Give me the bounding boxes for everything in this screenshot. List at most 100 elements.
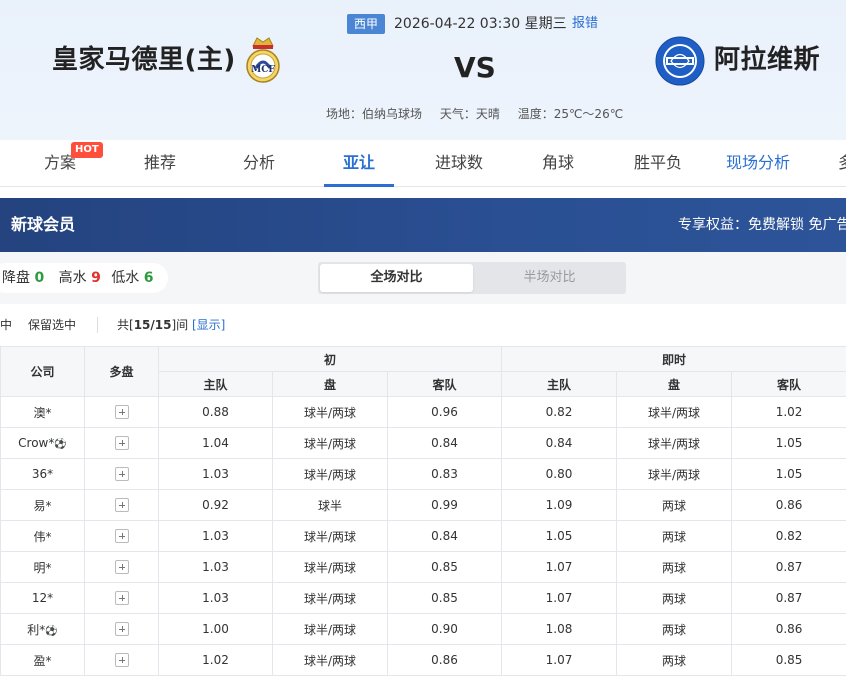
initial-home-odds: 1.03 [158,551,273,583]
col-live-handicap: 盘 [616,371,733,397]
initial-handicap: 球半/两球 [272,582,388,614]
live-handicap: 球半/两球 [616,427,733,459]
company-cell[interactable]: 12* [0,582,85,614]
away-team-name[interactable]: 阿拉维斯 [714,40,820,80]
down-label: 降盘 [2,270,30,286]
table-row[interactable]: 12* 1.03 球半/两球 0.85 1.07 两球 0.87 [0,582,846,614]
initial-away-odds: 0.85 [386,551,503,583]
multi-cell [84,613,159,645]
vs-label: VS [454,51,496,84]
high-water-value: 9 [91,270,101,286]
live-handicap: 两球 [616,644,733,676]
weather-text: 天气：天晴 [439,107,500,121]
company-cell[interactable]: 伟* [0,520,85,552]
table-row[interactable]: 澳* 0.88 球半/两球 0.96 0.82 球半/两球 1.02 [0,396,846,428]
initial-away-odds: 0.83 [386,458,503,490]
company-cell[interactable]: 澳* [0,396,85,428]
company-name: 利* [27,622,46,637]
col-live-away: 客队 [731,371,846,397]
expand-plus-icon[interactable] [114,653,129,668]
multi-cell [84,644,159,676]
member-banner[interactable]: 新球会员 专享权益：免费解锁 免广告 [0,198,846,252]
count-prefix: 共[ [117,318,134,332]
multi-cell [84,396,159,428]
soccer-ball-icon: ⚽ [54,439,67,450]
expand-plus-icon[interactable] [114,467,129,482]
company-cell[interactable]: 明* [0,551,85,583]
initial-handicap: 球半 [272,489,388,521]
multi-cell [84,427,159,459]
initial-away-odds: 0.84 [386,520,503,552]
expand-plus-icon[interactable] [114,498,129,513]
live-handicap: 球半/两球 [616,396,733,428]
expand-plus-icon[interactable] [114,436,129,451]
tab-analysis[interactable]: 分析 [229,140,289,187]
multi-cell [84,520,159,552]
tab-more[interactable]: 多 [838,140,846,187]
table-row[interactable]: 利*⚽ 1.00 球半/两球 0.90 1.08 两球 0.86 [0,613,846,645]
report-link[interactable]: 报错 [572,14,598,34]
col-initial-away: 客队 [386,371,503,397]
tab-bar: 方案 推荐 分析 亚让 进球数 角球 胜平负 现场分析 多 [0,140,846,187]
member-title: 新球会员 [11,215,76,234]
alaves-crest-icon [655,36,705,86]
initial-home-odds: 1.03 [158,458,273,490]
table-row[interactable]: Crow*⚽ 1.04 球半/两球 0.84 0.84 球半/两球 1.05 [0,427,846,459]
initial-home-odds: 0.92 [158,489,273,521]
home-team-name[interactable]: 皇家马德里(主) [52,40,236,80]
initial-home-odds: 0.88 [158,396,273,428]
table-row[interactable]: 36* 1.03 球半/两球 0.83 0.80 球半/两球 1.05 [0,458,846,490]
match-header: 西甲 2026-04-22 03:30 星期三 报错 皇家马德里(主) MCF … [0,0,846,140]
live-away-odds: 1.02 [731,396,846,428]
company-cell[interactable]: 易* [0,489,85,521]
col-initial: 初 [157,346,503,372]
select-button[interactable]: 选中 [0,304,12,346]
tab-recommend[interactable]: 推荐 [130,140,190,187]
company-name: 12* [31,591,54,605]
table-row[interactable]: 明* 1.03 球半/两球 0.85 1.07 两球 0.87 [0,551,846,583]
initial-away-odds: 0.96 [386,396,503,428]
tab-asian-handicap[interactable]: 亚让 [324,140,394,187]
show-link[interactable]: [显示] [192,318,225,332]
live-home-odds: 1.07 [501,644,618,676]
tab-live-analysis[interactable]: 现场分析 [718,140,798,187]
tab-corners[interactable]: 角球 [528,140,588,187]
initial-away-odds: 0.99 [386,489,503,521]
live-away-odds: 0.82 [731,520,846,552]
col-company: 公司 [0,346,85,397]
league-badge[interactable]: 西甲 [347,14,386,34]
expand-plus-icon[interactable] [114,591,129,606]
table-row[interactable]: 易* 0.92 球半 0.99 1.09 两球 0.86 [0,489,846,521]
half-match-button[interactable]: 半场对比 [473,264,626,292]
expand-plus-icon[interactable] [114,560,129,575]
tab-goals[interactable]: 进球数 [423,140,495,187]
company-cell[interactable]: Crow*⚽ [0,427,85,459]
company-cell[interactable]: 盈* [0,644,85,676]
tab-1x2[interactable]: 胜平负 [622,140,694,187]
filter-divider [97,317,98,333]
initial-away-odds: 0.84 [386,427,503,459]
company-cell[interactable]: 利*⚽ [0,613,85,645]
live-away-odds: 1.05 [731,458,846,490]
live-handicap: 球半/两球 [616,458,733,490]
svg-text:MCF: MCF [251,65,275,75]
table-row[interactable]: 伟* 1.03 球半/两球 0.84 1.05 两球 0.82 [0,520,846,552]
expand-plus-icon[interactable] [114,622,129,637]
full-match-button[interactable]: 全场对比 [320,264,473,292]
real-madrid-crest-icon: MCF [246,37,280,83]
company-name: 盈* [33,653,52,668]
company-cell[interactable]: 36* [0,458,85,490]
table-row[interactable]: 盈* 1.02 球半/两球 0.86 1.07 两球 0.85 [0,644,846,676]
expand-plus-icon[interactable] [114,529,129,544]
hot-badge: HOT [71,142,103,158]
count-value: 15/15 [133,318,172,332]
live-away-odds: 0.85 [731,644,846,676]
down-value: 0 [34,270,45,286]
low-water-value: 6 [143,270,154,286]
match-info: 场地：伯纳乌球场 天气：天晴 温度：25℃～26℃ [326,104,637,124]
expand-plus-icon[interactable] [114,405,129,420]
keep-selected-button[interactable]: 保留选中 [28,304,76,346]
col-live: 即时 [501,346,846,372]
col-multi: 多盘 [84,346,159,397]
live-away-odds: 0.86 [731,489,846,521]
